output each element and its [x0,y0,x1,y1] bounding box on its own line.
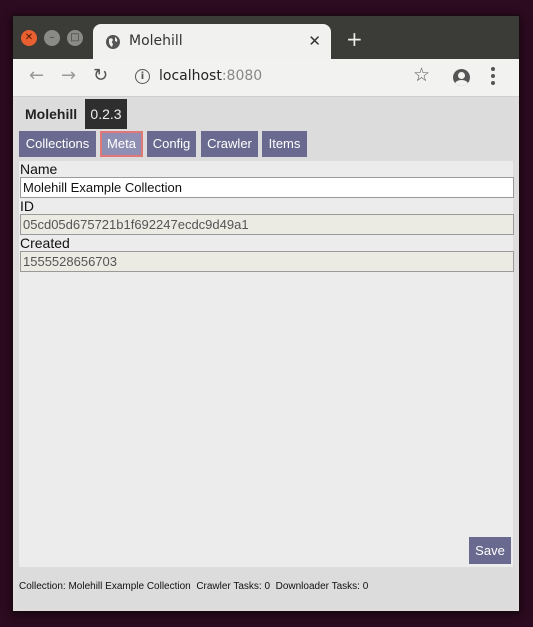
app-title: Molehill [25,106,78,122]
profile-icon[interactable] [453,69,470,86]
globe-icon [106,35,120,49]
meta-panel: Name ID Created Save [19,161,514,567]
created-label: Created [20,235,70,251]
title-bar: ✕ – □ Molehill ✕ + [13,16,519,60]
status-collection: Collection: Molehill Example Collection [19,581,191,592]
page-content: Molehill 0.2.3 Collections Meta Config C… [17,97,515,608]
id-label: ID [20,198,34,214]
window-close-icon[interactable]: ✕ [21,30,37,46]
name-label: Name [20,161,58,177]
browser-toolbar: ← → ↻ i localhost:8080 ☆ [13,59,519,97]
created-field [20,251,514,272]
new-tab-icon[interactable]: + [346,27,363,51]
reload-icon[interactable]: ↻ [93,67,108,85]
info-icon[interactable]: i [135,69,150,84]
bookmark-star-icon[interactable]: ☆ [413,66,430,85]
back-arrow-icon[interactable]: ← [29,67,44,85]
browser-tab[interactable]: Molehill ✕ [93,24,331,60]
tab-meta[interactable]: Meta [100,131,143,157]
url-host: localhost [159,68,222,84]
save-button[interactable]: Save [469,537,511,564]
id-field [20,214,514,235]
window-maximize-icon[interactable]: □ [67,30,83,46]
status-crawler-tasks: Crawler Tasks: 0 [196,581,271,592]
browser-window: ✕ – □ Molehill ✕ + ← → ↻ i localhost:808… [12,15,520,612]
kebab-menu-icon[interactable] [491,67,495,88]
name-input[interactable] [20,177,514,198]
forward-arrow-icon[interactable]: → [61,67,76,85]
tab-config[interactable]: Config [147,131,196,157]
tab-title: Molehill [129,33,183,49]
tab-crawler[interactable]: Crawler [201,131,258,157]
status-bar: Collection: Molehill Example Collection … [19,581,368,592]
status-downloader-tasks: Downloader Tasks: 0 [275,581,369,592]
window-minimize-icon[interactable]: – [44,30,60,46]
version-badge: 0.2.3 [85,99,127,129]
url-text[interactable]: localhost:8080 [159,68,262,84]
tab-collections[interactable]: Collections [19,131,96,157]
tab-items[interactable]: Items [262,131,307,157]
tab-close-icon[interactable]: ✕ [308,32,321,50]
url-port: :8080 [221,68,263,84]
